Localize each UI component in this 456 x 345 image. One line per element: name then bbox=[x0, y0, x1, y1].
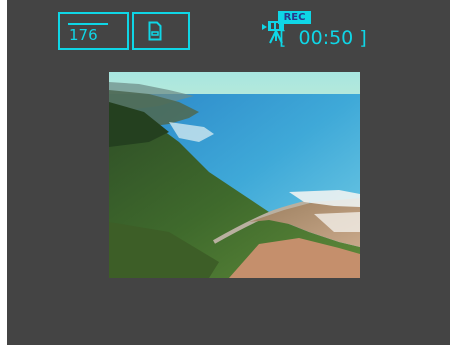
timer-value: 00:50 bbox=[298, 27, 354, 49]
image-size-indicator: 176 bbox=[58, 12, 129, 50]
image-size-value: 176 bbox=[69, 26, 98, 44]
memory-card-icon bbox=[148, 21, 162, 41]
storage-indicator bbox=[132, 12, 190, 50]
preview-image bbox=[109, 72, 360, 278]
timer-close-bracket: ] bbox=[359, 27, 367, 49]
rec-badge: REC bbox=[278, 11, 311, 24]
coastal-landscape-image bbox=[109, 72, 360, 278]
camera-lcd-screen: 176 REC [ 00:50 ] bbox=[7, 0, 450, 345]
recording-timer: [ 00:50 ] bbox=[279, 27, 367, 49]
image-size-overline bbox=[68, 23, 108, 25]
timer-open-bracket: [ bbox=[279, 27, 287, 49]
